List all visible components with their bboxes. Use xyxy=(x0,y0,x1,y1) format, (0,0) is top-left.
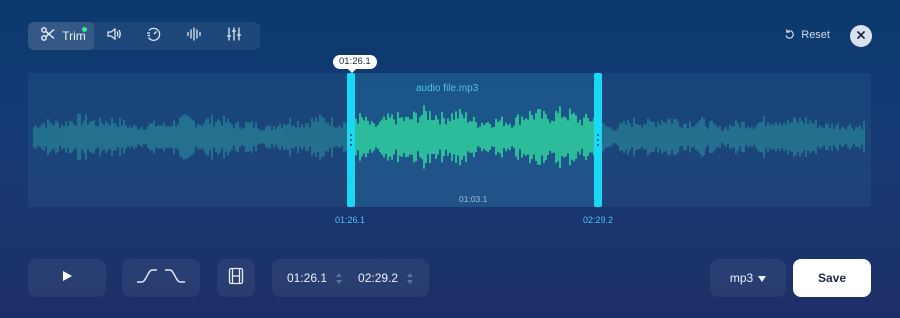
reset-button[interactable]: Reset xyxy=(784,28,830,42)
playhead-time-tooltip: 01:26.1 xyxy=(333,55,377,73)
selection-duration: 01:03.1 xyxy=(459,194,488,204)
start-time-field[interactable]: 01:26.1 xyxy=(287,271,358,285)
start-time-stepper xyxy=(336,272,343,284)
play-icon xyxy=(61,269,73,287)
start-time-decrement[interactable] xyxy=(336,279,343,284)
scissors-icon xyxy=(40,26,56,47)
undo-icon xyxy=(784,28,795,42)
edit-toolbar: Trim xyxy=(28,22,260,50)
fade-controls xyxy=(122,259,200,297)
trim-start-handle[interactable] xyxy=(347,73,355,207)
trim-tool-button[interactable]: Trim xyxy=(28,22,94,50)
chevron-down-icon xyxy=(758,271,767,285)
close-button[interactable] xyxy=(850,25,872,47)
volume-icon xyxy=(106,26,122,47)
selection-end-label: 02:29.2 xyxy=(583,215,614,225)
start-time-increment[interactable] xyxy=(336,272,343,277)
time-range-inputs: 01:26.1 02:29.2 xyxy=(272,259,429,297)
volume-tool-button[interactable] xyxy=(94,22,134,50)
speed-tool-button[interactable] xyxy=(134,22,174,50)
close-icon xyxy=(856,27,866,45)
split-button[interactable] xyxy=(217,259,255,297)
save-button[interactable]: Save xyxy=(793,259,871,297)
end-time-field[interactable]: 02:29.2 xyxy=(358,271,429,285)
equalizer-icon xyxy=(186,26,202,47)
end-time-decrement[interactable] xyxy=(407,279,414,284)
format-value: mp3 xyxy=(729,271,754,285)
reset-label: Reset xyxy=(801,29,830,41)
waveform-track[interactable]: audio file.mp3 01:03.1 xyxy=(28,73,871,207)
selection-start-label: 01:26.1 xyxy=(335,215,366,225)
fade-in-icon[interactable] xyxy=(136,268,158,289)
start-time-value[interactable]: 01:26.1 xyxy=(287,271,327,285)
file-name: audio file.mp3 xyxy=(416,83,479,94)
end-time-value[interactable]: 02:29.2 xyxy=(358,271,398,285)
fade-out-icon[interactable] xyxy=(164,268,186,289)
active-indicator xyxy=(82,27,87,32)
end-time-increment[interactable] xyxy=(407,272,414,277)
split-icon xyxy=(228,267,244,290)
sliders-icon xyxy=(226,26,242,47)
equalizer-tool-button[interactable] xyxy=(174,22,214,50)
end-time-stepper xyxy=(407,272,414,284)
speed-icon xyxy=(146,26,162,47)
format-select[interactable]: mp3 xyxy=(710,259,786,297)
adjust-tool-button[interactable] xyxy=(214,22,254,50)
play-button[interactable] xyxy=(28,259,106,297)
trim-end-handle[interactable] xyxy=(594,73,602,207)
